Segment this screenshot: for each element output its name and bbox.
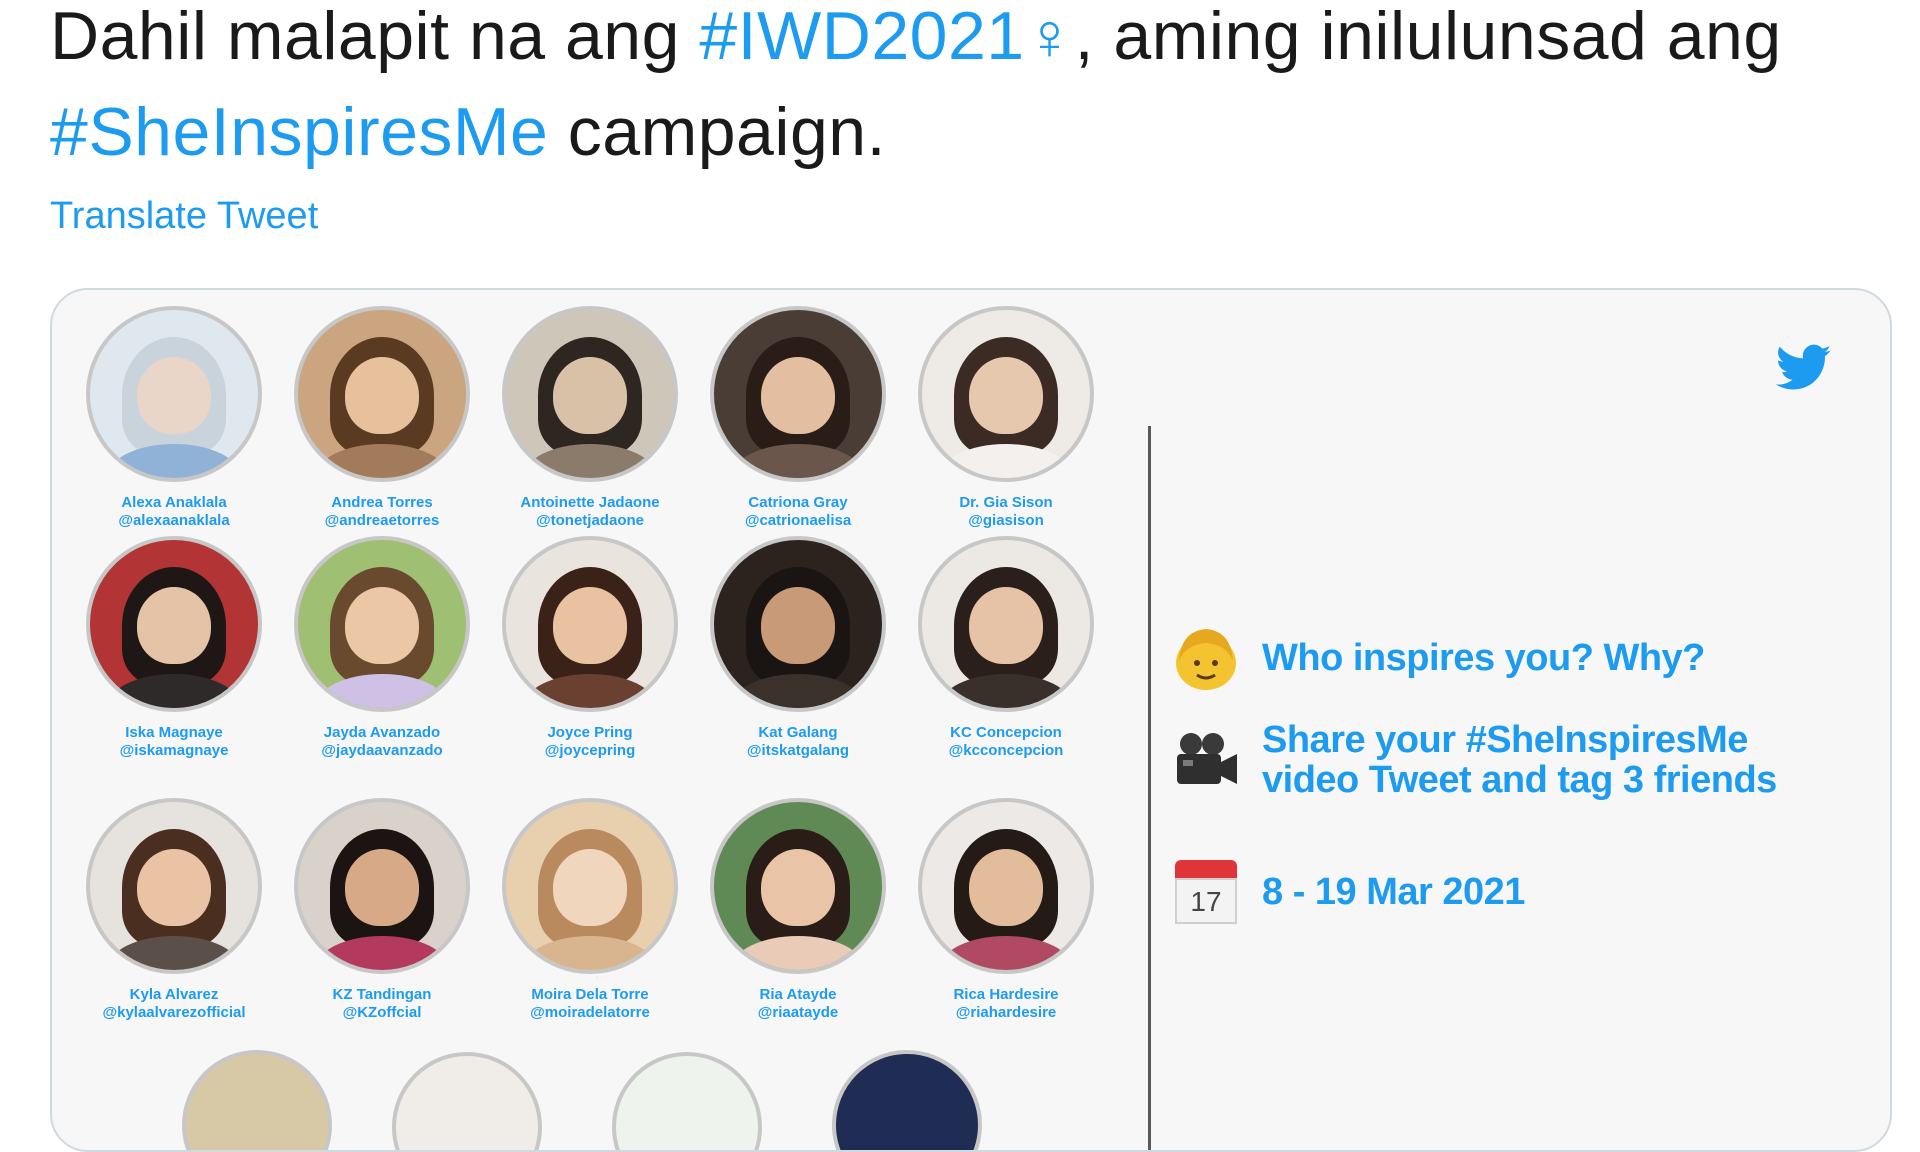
person-handle: @andreaetorres <box>324 512 440 529</box>
person-handle: @KZoffcial <box>342 1004 422 1021</box>
calendar-icon: 17 <box>1172 858 1240 926</box>
person-avatar <box>502 798 678 974</box>
tweet-text-part2: , aming inilulunsad ang <box>1074 0 1782 74</box>
person-card: Ria Atayde @riaatayde <box>698 798 898 1022</box>
person-name: Dr. Gia Sison <box>959 494 1053 511</box>
tweet-text-part1: Dahil malapit na ang <box>50 0 700 74</box>
person-card: Rica Hardesire @riahardesire <box>906 798 1106 1022</box>
tweet-text-part3: campaign. <box>548 94 887 170</box>
person-name: Catriona Gray <box>748 494 848 511</box>
person-name: KC Concepcion <box>950 724 1062 741</box>
person-name: Kat Galang <box>758 724 838 741</box>
person-card: Catriona Gray @catrionaelisa <box>698 306 898 530</box>
person-avatar <box>294 306 470 482</box>
person-card: Jayda Avanzado @jaydaavanzado <box>282 536 482 760</box>
person-card: Moira Dela Torre @moiradelatorre <box>490 798 690 1022</box>
person-handle: @joycepring <box>544 742 636 759</box>
person-avatar <box>86 306 262 482</box>
person-card: KC Concepcion @kcconcepcion <box>906 536 1106 760</box>
info-text-share: Share your #SheInspiresMe video Tweet an… <box>1262 719 1777 801</box>
info-row-share: Share your #SheInspiresMe video Tweet an… <box>1172 720 1822 800</box>
person-card: Alexa Anaklala @alexaanaklala <box>74 306 274 530</box>
person-avatar <box>710 798 886 974</box>
person-card: Kyla Alvarez @kylaalvarezofficial <box>74 798 274 1022</box>
person-avatar <box>918 306 1094 482</box>
woman-emoji-icon <box>1172 624 1240 692</box>
person-handle: @giasison <box>968 512 1044 529</box>
video-camera-icon <box>1172 726 1240 794</box>
person-handle: @jaydaavanzado <box>321 742 443 759</box>
person-handle: @iskamagnaye <box>119 742 229 759</box>
person-handle: @kcconcepcion <box>948 742 1064 759</box>
person-avatar <box>86 798 262 974</box>
person-handle: @tonetjadaone <box>536 512 644 529</box>
person-avatar <box>86 536 262 712</box>
person-card: KZ Tandingan @KZoffcial <box>282 798 482 1022</box>
person-name: Alexa Anaklala <box>121 494 227 511</box>
person-handle: @riahardesire <box>955 1004 1057 1021</box>
person-avatar <box>502 536 678 712</box>
campaign-image-card[interactable]: Alexa Anaklala @alexaanaklala Andrea Torre… <box>50 288 1892 1152</box>
person-avatar <box>918 536 1094 712</box>
person-name: Rica Hardesire <box>953 986 1059 1003</box>
hashtag-iwd2021-link[interactable]: #IWD2021 <box>699 0 1024 74</box>
person-avatar <box>502 306 678 482</box>
person-name: Jayda Avanzado <box>323 724 441 741</box>
person-name: Antoinette Jadaone <box>520 494 660 511</box>
person-avatar <box>294 536 470 712</box>
person-card: Iska Magnaye @iskamagnaye <box>74 536 274 760</box>
translate-tweet-link[interactable]: Translate Tweet <box>50 195 318 238</box>
person-handle: @itskatgalang <box>746 742 850 759</box>
info-row-inspires: Who inspires you? Why? <box>1172 624 1705 692</box>
info-text-dates: 8 - 19 Mar 2021 <box>1262 871 1525 913</box>
person-name: Ria Atayde <box>759 986 837 1003</box>
person-card: Antoinette Jadaone @tonetjadaone <box>490 306 690 530</box>
tweet-text: Dahil malapit na ang #IWD2021♀, aming in… <box>50 0 1880 180</box>
hashtag-sheinspiresme-link[interactable]: #SheInspiresMe <box>50 94 548 170</box>
person-name: Kyla Alvarez <box>129 986 219 1003</box>
person-avatar <box>710 536 886 712</box>
people-grid: Alexa Anaklala @alexaanaklala Andrea Torre… <box>52 290 1152 1150</box>
person-handle: @alexaanaklala <box>118 512 230 529</box>
person-handle: @riaatayde <box>757 1004 839 1021</box>
person-name: Iska Magnaye <box>125 724 223 741</box>
person-card: Dr. Gia Sison @giasison <box>906 306 1106 530</box>
person-name: Moira Dela Torre <box>531 986 649 1003</box>
person-name: Joyce Pring <box>547 724 633 741</box>
info-row-dates: 17 8 - 19 Mar 2021 <box>1172 858 1525 926</box>
person-avatar <box>710 306 886 482</box>
venus-symbol-icon: ♀ <box>1024 0 1075 73</box>
person-handle: @kylaalvarezofficial <box>102 1004 246 1021</box>
person-name: Andrea Torres <box>331 494 433 511</box>
person-card: Andrea Torres @andreaetorres <box>282 306 482 530</box>
calendar-day: 17 <box>1175 878 1237 924</box>
person-handle: @catrionaelisa <box>744 512 852 529</box>
person-name: KZ Tandingan <box>332 986 432 1003</box>
vertical-divider <box>1148 426 1151 1150</box>
person-card: Joyce Pring @joycepring <box>490 536 690 760</box>
person-handle: @moiradelatorre <box>530 1004 650 1021</box>
person-avatar <box>918 798 1094 974</box>
person-card: Kat Galang @itskatgalang <box>698 536 898 760</box>
twitter-bird-icon <box>1776 344 1832 390</box>
info-text-inspires: Who inspires you? Why? <box>1262 637 1705 679</box>
person-avatar <box>294 798 470 974</box>
